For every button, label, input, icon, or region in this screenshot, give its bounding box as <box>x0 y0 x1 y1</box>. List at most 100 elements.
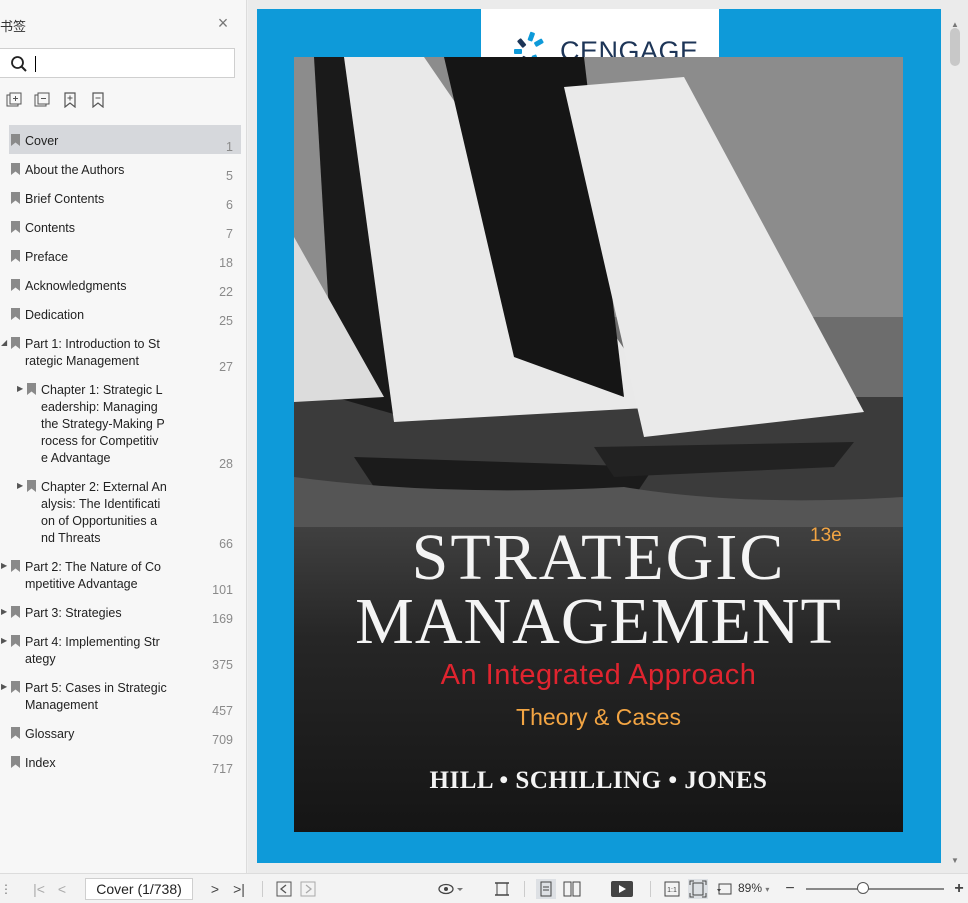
bookmark-item[interactable]: Glossary 709 <box>0 718 247 747</box>
cover-subsubtitle: Theory & Cases <box>516 704 681 730</box>
expand-arrow-icon[interactable]: ▶ <box>17 482 25 490</box>
status-bar: ⋮ |< < Cover (1/738) > >| 1:1 89% ▾ − + <box>0 873 968 903</box>
scroll-thumb[interactable] <box>950 28 960 66</box>
bookmark-item[interactable]: Dedication 25 <box>0 299 247 328</box>
bookmark-icon <box>27 383 36 395</box>
bookmark-item[interactable]: Preface 18 <box>0 241 247 270</box>
bookmark-search-box[interactable] <box>0 48 235 78</box>
expand-arrow-icon[interactable]: ▶ <box>1 562 9 570</box>
search-icon <box>11 56 27 72</box>
zoom-value: 89% <box>738 881 763 895</box>
collapse-arrow-icon[interactable]: ◢ <box>1 339 9 347</box>
text-cursor <box>35 56 36 72</box>
next-page-icon[interactable]: > <box>207 879 223 899</box>
bookmark-item[interactable]: ▶ Chapter 1: Strategic L eadership: Manag… <box>0 374 247 471</box>
bookmark-item[interactable]: Acknowledgments 22 <box>0 270 247 299</box>
bookmark-icon <box>11 560 20 572</box>
cover-edition: 13e <box>810 525 842 546</box>
bookmark-label: Brief Contents <box>25 192 105 206</box>
vertical-scrollbar[interactable]: ▲ ▼ <box>948 20 962 865</box>
bookmark-item[interactable]: Contents 7 <box>0 212 247 241</box>
bookmark-item[interactable]: Cover 1 <box>0 125 247 154</box>
bookmark-icon <box>11 756 20 768</box>
back-view-icon[interactable] <box>276 881 292 897</box>
bookmark-label: Acknowledgments <box>25 279 127 293</box>
separator <box>524 881 525 897</box>
two-page-icon[interactable] <box>563 881 581 897</box>
close-icon[interactable]: × <box>214 14 232 32</box>
remove-bookmark-icon[interactable] <box>90 92 106 108</box>
bookmark-item[interactable]: ◢ Part 1: Introduction to St rategic Mana… <box>0 328 247 374</box>
separator <box>262 881 263 897</box>
bookmark-icon <box>11 337 20 349</box>
expand-arrow-icon[interactable]: ▶ <box>1 683 9 691</box>
bookmark-item[interactable]: ▶ Part 2: The Nature of Co mpetitive Adva… <box>0 551 247 597</box>
add-bookmark-icon[interactable] <box>62 92 78 108</box>
fit-page-icon[interactable] <box>688 879 708 899</box>
zoom-in-icon[interactable]: + <box>952 879 966 899</box>
bookmark-label: Glossary <box>25 727 75 741</box>
first-page-icon[interactable]: |< <box>30 879 48 899</box>
bookmark-icon <box>27 480 36 492</box>
bookmark-item[interactable]: ▶ Part 5: Cases in Strategic Management 45… <box>0 672 247 718</box>
bookmark-item[interactable]: ▶ Part 3: Strategies 169 <box>0 597 247 626</box>
bookmark-icon <box>11 681 20 693</box>
zoom-slider-track[interactable] <box>806 888 944 890</box>
collapse-all-icon[interactable] <box>34 92 50 108</box>
bookmark-item[interactable]: About the Authors 5 <box>0 154 247 183</box>
eye-view-icon[interactable] <box>438 881 464 897</box>
play-slideshow-icon[interactable] <box>610 879 634 899</box>
single-page-icon[interactable] <box>536 879 556 899</box>
bookmark-panel-title: 书签 <box>0 19 27 34</box>
scroll-down-icon[interactable]: ▼ <box>951 856 959 865</box>
fit-width-icon[interactable] <box>494 881 510 897</box>
rotate-icon[interactable] <box>716 881 734 897</box>
page-number-field[interactable]: Cover (1/738) <box>85 878 193 900</box>
bookmark-icon <box>11 192 20 204</box>
bookmark-label: About the Authors <box>25 163 125 177</box>
bookmark-item[interactable]: Index 717 <box>0 747 247 776</box>
actual-size-icon[interactable]: 1:1 <box>664 881 680 897</box>
bookmark-item[interactable]: ▶ Chapter 2: External An alysis: The Iden… <box>0 471 247 551</box>
bookmark-item[interactable]: Brief Contents 6 <box>0 183 247 212</box>
zoom-out-icon[interactable]: − <box>783 879 797 899</box>
bookmark-label: Part 3: Strategies <box>25 606 122 620</box>
svg-text:1:1: 1:1 <box>667 887 677 894</box>
expand-all-icon[interactable] <box>6 92 22 108</box>
expand-arrow-icon[interactable]: ▶ <box>17 385 25 393</box>
bookmark-panel-header: 书签 × <box>0 14 247 34</box>
zoom-slider-thumb[interactable] <box>856 882 869 894</box>
bookmark-label: Part 2: The Nature of Co mpetitive Advan… <box>25 560 161 591</box>
bookmark-icon <box>11 279 20 291</box>
zoom-level[interactable]: 89% ▾ <box>738 881 769 895</box>
bookmark-icon <box>11 635 20 647</box>
bookmark-icon <box>11 221 20 233</box>
expand-arrow-icon[interactable]: ▶ <box>1 637 9 645</box>
cover-authors: HILL • SCHILLING • JONES <box>429 767 768 794</box>
bookmark-search-input[interactable] <box>34 53 224 73</box>
more-icon[interactable]: ⋮ <box>0 879 12 899</box>
cover-title-line-2: MANAGEMENT <box>355 585 842 658</box>
forward-view-icon[interactable] <box>300 881 316 897</box>
bookmark-label: Chapter 2: External An alysis: The Ident… <box>41 480 167 545</box>
bookmark-label: Part 1: Introduction to St rategic Manag… <box>25 337 160 368</box>
last-page-icon[interactable]: >| <box>230 879 248 899</box>
cover-image: STRATEGIC 13e MANAGEMENT An Integrated A… <box>294 57 903 832</box>
previous-page-icon[interactable]: < <box>54 879 70 899</box>
separator <box>650 881 651 897</box>
bookmark-icon <box>11 134 20 146</box>
bookmark-icon <box>11 308 20 320</box>
bookmark-icon <box>11 606 20 618</box>
bookmark-label: Contents <box>25 221 76 235</box>
bookmark-label: Dedication <box>25 308 85 322</box>
expand-arrow-icon[interactable]: ▶ <box>1 608 9 616</box>
bookmark-icon <box>11 250 20 262</box>
chevron-down-icon: ▾ <box>765 885 770 894</box>
bookmark-item[interactable]: ▶ Part 4: Implementing Str ategy 375 <box>0 626 247 672</box>
sailboats-illustration <box>294 57 903 527</box>
document-viewer[interactable]: CENGAGE STRATEGIC 13e MANAGEMENT An Inte… <box>248 0 968 873</box>
bookmark-label: Cover <box>25 134 59 148</box>
bookmark-label: Preface <box>25 250 69 264</box>
bookmark-label: Part 5: Cases in Strategic Management <box>25 681 167 712</box>
bookmark-icon <box>11 727 20 739</box>
